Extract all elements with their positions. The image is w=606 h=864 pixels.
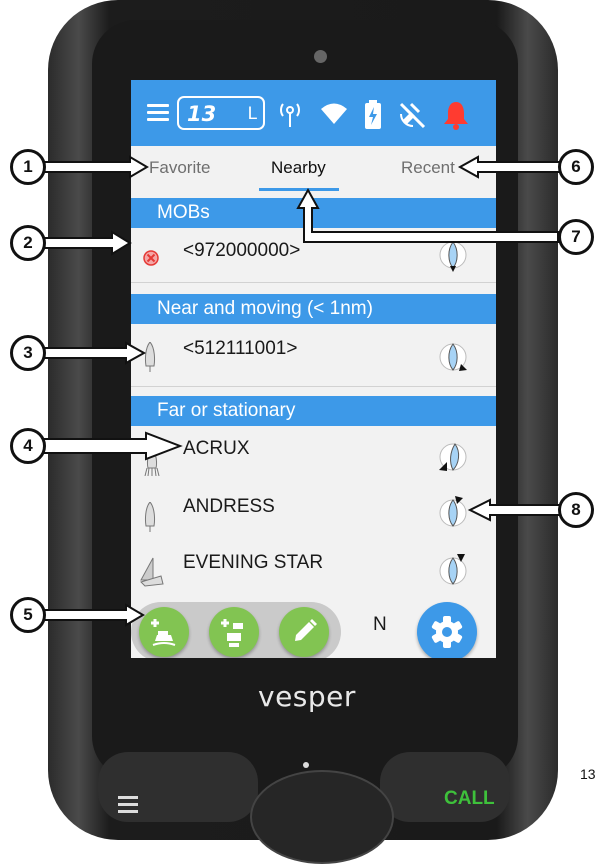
callout-6: 6	[558, 149, 594, 185]
callout-arrow-2	[39, 230, 132, 256]
callout-arrow-7	[296, 187, 559, 243]
callout-3: 3	[10, 335, 46, 371]
callout-5: 5	[10, 597, 46, 633]
callout-1: 1	[10, 149, 46, 185]
callout-4: 4	[10, 428, 46, 464]
callout-7: 7	[558, 219, 594, 255]
callout-arrow-5	[39, 603, 145, 627]
callout-arrows	[39, 155, 561, 627]
callout-arrow-1	[39, 155, 149, 179]
callout-arrow-6	[457, 155, 561, 179]
page-number: 13	[580, 766, 596, 782]
callout-arrow-3	[39, 341, 147, 365]
callout-arrow-4	[39, 431, 183, 461]
callout-arrow-8	[467, 498, 561, 522]
callout-8: 8	[558, 492, 594, 528]
callout-2: 2	[10, 225, 46, 261]
